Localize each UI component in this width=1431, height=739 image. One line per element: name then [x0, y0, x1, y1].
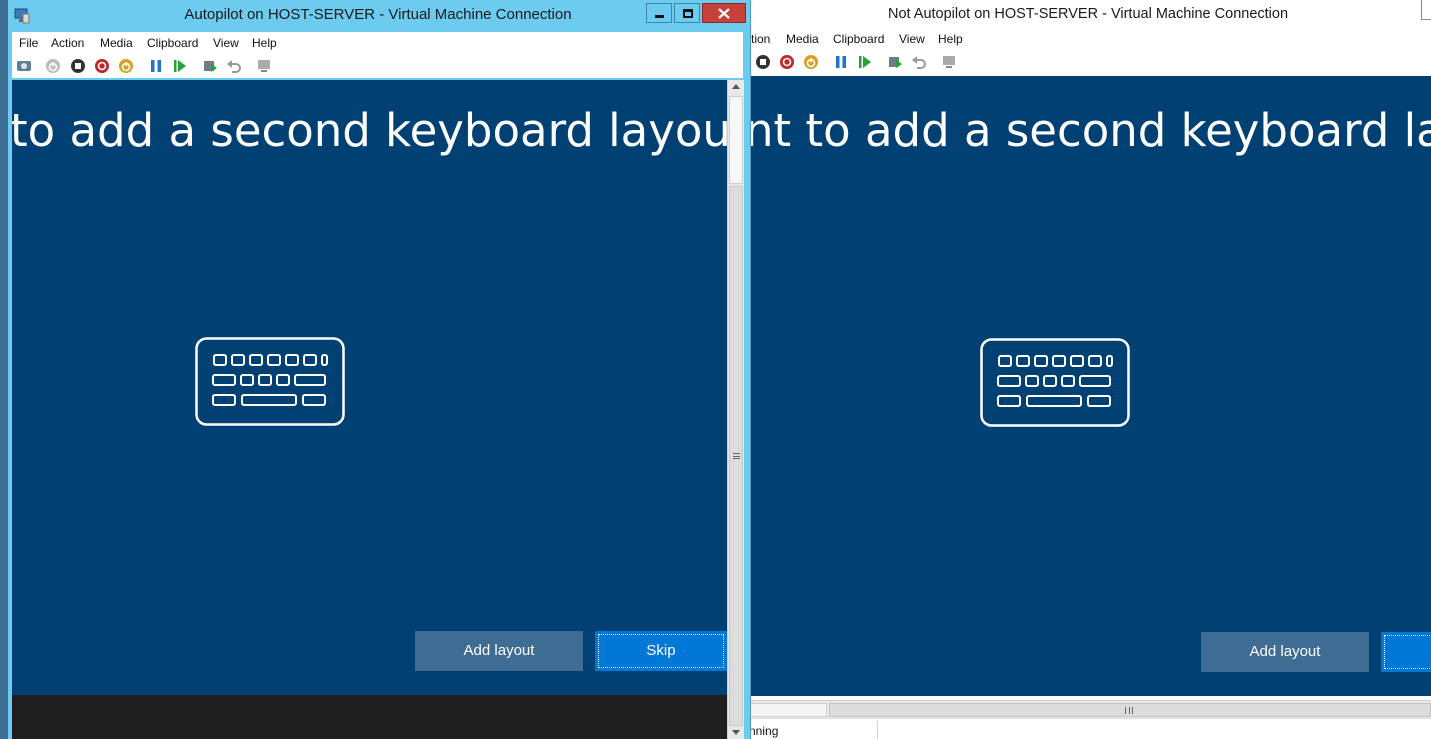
- right-vm-screen[interactable]: nt to add a second keyboard layout? Add …: [745, 76, 1431, 696]
- right-menu-clipboard[interactable]: Clipboard: [833, 32, 884, 46]
- right-keyboard-question: nt to add a second keyboard layout?: [745, 104, 1431, 157]
- right-scroll-thumb-left[interactable]: [747, 703, 827, 717]
- turn-off-icon[interactable]: [755, 54, 771, 70]
- keyboard-icon: [195, 337, 345, 426]
- right-menu-help[interactable]: Help: [938, 32, 963, 46]
- desktop-edge: [0, 0, 8, 739]
- right-status-text: nning: [749, 724, 779, 738]
- menu-action[interactable]: Action: [51, 36, 84, 50]
- right-vm-window: Not Autopilot on HOST-SERVER - Virtual M…: [745, 0, 1431, 739]
- minimize-button[interactable]: [646, 3, 672, 23]
- keyboard-question-heading: to add a second keyboard layout?: [12, 104, 727, 157]
- ctrl-alt-del-icon[interactable]: [16, 58, 32, 74]
- checkpoint-icon[interactable]: [887, 54, 903, 70]
- shutdown-icon[interactable]: [94, 58, 110, 74]
- menu-clipboard[interactable]: Clipboard: [147, 36, 198, 50]
- right-add-layout-button[interactable]: Add layout: [1201, 632, 1369, 672]
- left-vm-window: Autopilot on HOST-SERVER - Virtual Machi…: [0, 0, 751, 739]
- revert-icon[interactable]: [226, 58, 242, 74]
- maximize-icon: [683, 9, 693, 18]
- maximize-button[interactable]: [674, 3, 700, 23]
- right-scroll-thumb[interactable]: [829, 703, 1431, 717]
- right-skip-button[interactable]: [1381, 632, 1431, 672]
- scroll-grip-center-icon: [1129, 707, 1130, 714]
- revert-icon[interactable]: [911, 54, 927, 70]
- scroll-down-arrow-icon[interactable]: [732, 730, 740, 735]
- left-scroll-thumb[interactable]: [729, 186, 743, 726]
- status-divider: [877, 721, 878, 739]
- turn-off-icon[interactable]: [70, 58, 86, 74]
- enhanced-session-icon[interactable]: [256, 58, 272, 74]
- left-toolbar: [12, 54, 743, 78]
- left-vm-screen[interactable]: to add a second keyboard layout? Add lay…: [12, 80, 727, 695]
- enhanced-session-icon[interactable]: [941, 54, 957, 70]
- menu-help[interactable]: Help: [252, 36, 277, 50]
- left-scroll-track-top[interactable]: [729, 96, 743, 184]
- left-menubar: File Action Media Clipboard View Help: [12, 32, 743, 54]
- save-state-icon[interactable]: [118, 58, 134, 74]
- pause-icon[interactable]: [833, 54, 849, 70]
- scroll-up-arrow-icon[interactable]: [732, 84, 740, 89]
- close-icon: [718, 8, 730, 19]
- menu-view[interactable]: View: [213, 36, 239, 50]
- save-state-icon[interactable]: [803, 54, 819, 70]
- start-icon[interactable]: [45, 58, 61, 74]
- right-menu-media[interactable]: Media: [786, 32, 819, 46]
- left-titlebar[interactable]: Autopilot on HOST-SERVER - Virtual Machi…: [0, 0, 750, 30]
- menu-media[interactable]: Media: [100, 36, 133, 50]
- right-titlebar[interactable]: Not Autopilot on HOST-SERVER - Virtual M…: [745, 0, 1431, 28]
- right-statusbar: nning: [745, 718, 1431, 739]
- pause-icon[interactable]: [148, 58, 164, 74]
- right-menu-action[interactable]: tion: [751, 32, 770, 46]
- keyboard-icon: [980, 338, 1130, 427]
- shutdown-icon[interactable]: [779, 54, 795, 70]
- left-window-title: Autopilot on HOST-SERVER - Virtual Machi…: [184, 6, 572, 23]
- right-horizontal-scrollbar[interactable]: [745, 700, 1431, 718]
- right-menubar: tion Media Clipboard View Help: [745, 28, 1431, 50]
- left-vertical-scrollbar[interactable]: [727, 80, 744, 739]
- right-window-title: Not Autopilot on HOST-SERVER - Virtual M…: [887, 6, 1289, 22]
- menu-file[interactable]: File: [19, 36, 38, 50]
- right-menu-view[interactable]: View: [899, 32, 925, 46]
- resume-icon[interactable]: [857, 54, 873, 70]
- checkpoint-icon[interactable]: [202, 58, 218, 74]
- minimize-icon: [655, 15, 664, 18]
- right-toolbar: [745, 50, 1431, 74]
- scroll-grip-center-icon: [733, 456, 740, 457]
- close-button[interactable]: [702, 3, 746, 23]
- left-vm-bottom-band: [12, 695, 727, 739]
- resume-icon[interactable]: [172, 58, 188, 74]
- add-layout-button[interactable]: Add layout: [415, 631, 583, 671]
- skip-button[interactable]: Skip: [595, 631, 727, 671]
- right-close-button-edge[interactable]: [1421, 0, 1431, 20]
